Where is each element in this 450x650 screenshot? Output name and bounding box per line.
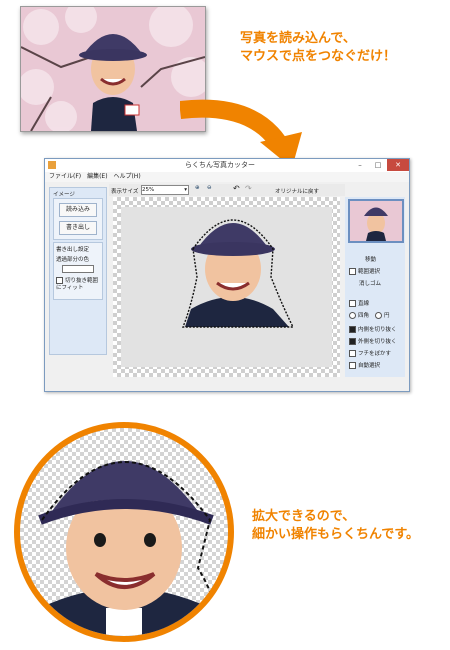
zoom-in-icon[interactable]: ⊕ xyxy=(195,185,200,191)
preview-thumbnail xyxy=(348,199,404,243)
redo-icon[interactable]: ↷ xyxy=(245,184,252,193)
rect-radio[interactable] xyxy=(349,312,356,319)
auto-select-option[interactable]: 自動選択 xyxy=(349,361,380,369)
fit-checkbox[interactable] xyxy=(56,277,63,284)
menu-file[interactable]: ファイル(F) xyxy=(49,172,81,182)
title-bar: らくちん写真カッター – □ ✕ xyxy=(45,159,409,173)
inside-cut-label: 内側を切り抜く xyxy=(358,327,397,333)
range-select-label: 範囲選択 xyxy=(358,269,381,275)
range-select-checkbox[interactable] xyxy=(349,268,356,275)
inside-cut-radio[interactable] xyxy=(349,326,356,333)
fit-option[interactable]: 切り抜き範囲にフィット xyxy=(56,277,100,292)
image-canvas[interactable] xyxy=(113,197,340,377)
display-size-select[interactable]: 25% ▾ xyxy=(141,185,189,195)
minimize-button[interactable]: – xyxy=(351,159,369,171)
image-section-label: イメージ xyxy=(53,192,75,198)
range-select-option[interactable]: 範囲選択 xyxy=(349,267,380,275)
auto-select-label: 自動選択 xyxy=(358,363,381,369)
app-window: らくちん写真カッター – □ ✕ ファイル(F) 編集(E) ヘルプ(H) イメ… xyxy=(44,158,410,392)
save-button[interactable]: 書き出し xyxy=(59,221,97,235)
move-label[interactable]: 移動 xyxy=(365,255,376,263)
transparent-color-swatch[interactable] xyxy=(62,265,94,273)
export-settings-box: 書き出し設定 透過部分の色 切り抜き範囲にフィット xyxy=(53,242,103,300)
callout-top-line1: 写真を読み込んで、 xyxy=(240,31,356,46)
chevron-down-icon: ▾ xyxy=(184,187,187,193)
menu-bar: ファイル(F) 編集(E) ヘルプ(H) xyxy=(45,172,409,182)
undo-icon[interactable]: ↶ xyxy=(233,184,240,193)
transparent-color-label: 透過部分の色 xyxy=(56,257,90,263)
edge-blur-label: フチをぼかす xyxy=(358,351,392,357)
zoom-out-icon[interactable]: ⊖ xyxy=(207,185,212,191)
load-button[interactable]: 読み込み xyxy=(59,203,97,217)
window-title: らくちん写真カッター xyxy=(185,161,255,169)
circle-option[interactable]: 円 xyxy=(375,311,390,319)
line-label: 直線 xyxy=(358,301,370,307)
menu-edit[interactable]: 編集(E) xyxy=(87,172,107,182)
edge-blur-checkbox[interactable] xyxy=(349,350,356,357)
display-size-label: 表示サイズ xyxy=(111,189,139,195)
callout-top-line2: マウスで点をつなぐだけ！ xyxy=(240,49,397,64)
line-option[interactable]: 直線 xyxy=(349,299,369,307)
callout-bottom-line1: 拡大できるので、 xyxy=(252,509,356,524)
inside-cut-option[interactable]: 内側を切り抜く xyxy=(349,325,397,333)
eraser-option[interactable]: 消しゴム xyxy=(359,279,381,287)
right-panel: 移動 範囲選択 消しゴム 直線 四角 円 内側を切り抜く 外側を切り抜く フチを… xyxy=(345,197,405,377)
circle-label: 円 xyxy=(384,313,390,319)
display-size-value: 25% xyxy=(142,187,155,193)
outside-cut-radio[interactable] xyxy=(349,338,356,345)
outside-cut-label: 外側を切り抜く xyxy=(358,339,397,345)
revert-button[interactable]: オリジナルに戻す xyxy=(275,187,319,195)
rect-option[interactable]: 四角 xyxy=(349,311,369,319)
circle-radio[interactable] xyxy=(375,312,382,319)
maximize-button[interactable]: □ xyxy=(369,159,387,171)
export-settings-label: 書き出し設定 xyxy=(56,247,90,253)
line-checkbox[interactable] xyxy=(349,300,356,307)
auto-select-checkbox[interactable] xyxy=(349,362,356,369)
app-icon xyxy=(48,161,56,169)
close-button[interactable]: ✕ xyxy=(387,159,409,171)
edge-blur-option[interactable]: フチをぼかす xyxy=(349,349,391,357)
rect-label: 四角 xyxy=(358,313,370,319)
outside-cut-option[interactable]: 外側を切り抜く xyxy=(349,337,397,345)
callout-bottom-line2: 細かい操作もらくちんです。 xyxy=(252,527,420,542)
menu-help[interactable]: ヘルプ(H) xyxy=(113,172,140,182)
zoom-detail-circle xyxy=(14,422,234,642)
image-section-box: 読み込み 書き出し xyxy=(53,198,103,240)
left-panel: イメージ 読み込み 書き出し 書き出し設定 透過部分の色 切り抜き範囲にフィット xyxy=(49,187,107,355)
toolbar: 表示サイズ 25% ▾ ⊕ ⊖ ↶ ↷ オリジナルに戻す xyxy=(109,184,345,196)
sample-photo xyxy=(20,6,206,132)
